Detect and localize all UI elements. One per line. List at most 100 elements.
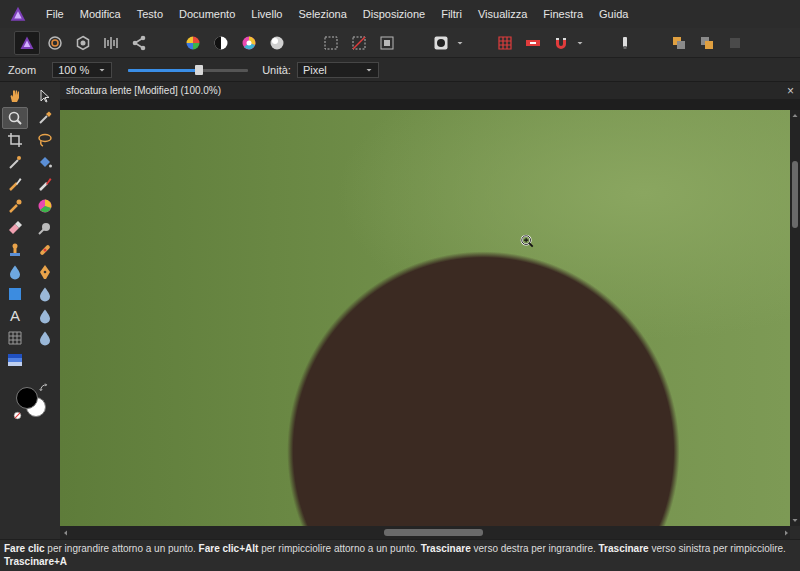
scroll-up-icon[interactable]	[791, 112, 799, 120]
tool-button[interactable]	[32, 305, 58, 327]
tool-button[interactable]	[32, 195, 58, 217]
tool-button[interactable]	[32, 239, 58, 261]
primary-color-swatch[interactable]	[16, 387, 38, 409]
clone-tool-icon	[7, 242, 23, 258]
menu-item[interactable]: Documento	[171, 8, 243, 20]
toolbar-button[interactable]	[520, 31, 546, 55]
affinity-logo-icon	[9, 5, 27, 23]
toolbar-button[interactable]	[346, 31, 372, 55]
tool-button[interactable]	[32, 107, 58, 129]
tool-button[interactable]	[2, 85, 28, 107]
units-label: Unità:	[262, 64, 291, 76]
zoom-value: 100 %	[58, 64, 89, 76]
scroll-right-icon[interactable]	[782, 529, 790, 537]
menu-item[interactable]: Guida	[591, 8, 636, 20]
scroll-left-icon[interactable]	[62, 529, 70, 537]
vertical-scrollbar[interactable]	[790, 110, 800, 526]
move-front-icon	[699, 35, 715, 51]
tool-button[interactable]	[2, 173, 28, 195]
tool-button[interactable]	[2, 327, 28, 349]
toolbar-button[interactable]	[264, 31, 290, 55]
status-hint: Trascinare	[421, 543, 471, 554]
pointer-tool-icon	[37, 88, 53, 104]
tool-button[interactable]	[32, 151, 58, 173]
tool-button[interactable]	[2, 239, 28, 261]
menu-item[interactable]: Modifica	[72, 8, 129, 20]
toolbar-button[interactable]	[694, 31, 720, 55]
menu-item[interactable]: Livello	[243, 8, 290, 20]
photo-persona-icon	[19, 35, 35, 51]
tool-button[interactable]: A	[2, 305, 28, 327]
tool-button[interactable]	[32, 85, 58, 107]
toolbar-button[interactable]	[666, 31, 692, 55]
persona-button[interactable]	[14, 31, 40, 55]
droplet2-tool-icon	[37, 308, 53, 324]
menu-item[interactable]: Finestra	[535, 8, 591, 20]
slider-knob[interactable]	[195, 65, 203, 75]
tool-button[interactable]	[32, 327, 58, 349]
eyedropper-tool-icon	[37, 110, 53, 126]
tool-button[interactable]	[32, 217, 58, 239]
tool-button[interactable]	[2, 151, 28, 173]
hsl-icon	[241, 35, 257, 51]
scroll-down-icon[interactable]	[791, 516, 799, 524]
menu-item[interactable]: Testo	[129, 8, 171, 20]
droplet-tool-icon	[7, 264, 23, 280]
zoom-dropdown[interactable]: 100 %	[52, 62, 112, 78]
quick-mask-icon	[433, 35, 449, 51]
smudge-tool-icon	[37, 220, 53, 236]
persona-button[interactable]	[98, 31, 124, 55]
menu-item[interactable]: Visualizza	[470, 8, 535, 20]
tool-button[interactable]	[2, 217, 28, 239]
tool-button[interactable]	[2, 195, 28, 217]
tool-button[interactable]	[32, 283, 58, 305]
toolbar-button[interactable]	[318, 31, 344, 55]
tool-button[interactable]	[2, 129, 28, 151]
canvas-margin	[60, 99, 800, 110]
toolbar-button[interactable]	[374, 31, 400, 55]
toolbar-button[interactable]	[208, 31, 234, 55]
dropdown-caret-icon[interactable]	[576, 39, 584, 47]
toolbar-button[interactable]	[428, 31, 454, 55]
toolbar-group	[492, 31, 584, 55]
persona-button[interactable]	[70, 31, 96, 55]
menu-item[interactable]: File	[38, 8, 72, 20]
dropdown-caret-icon[interactable]	[456, 39, 464, 47]
brush2-tool-icon	[7, 198, 23, 214]
mesh-tool-icon	[7, 330, 23, 346]
toolbar-button[interactable]	[236, 31, 262, 55]
units-dropdown[interactable]: Pixel	[297, 62, 379, 78]
status-hint: Fare clic+Alt	[199, 543, 259, 554]
black-white-icon	[213, 35, 229, 51]
zoom-slider[interactable]	[128, 63, 248, 77]
menu-item[interactable]: Seleziona	[290, 8, 354, 20]
tools-panel: A	[0, 82, 60, 539]
tool-button[interactable]	[2, 349, 28, 371]
tool-button[interactable]	[32, 173, 58, 195]
toolbar-button[interactable]	[180, 31, 206, 55]
tool-button[interactable]	[2, 261, 28, 283]
horizontal-scrollbar[interactable]	[60, 526, 800, 539]
tool-button[interactable]	[2, 107, 28, 129]
document-tab[interactable]: sfocatura lente [Modified] (100.0%)×	[60, 82, 800, 99]
swap-colors-icon[interactable]	[39, 383, 49, 393]
magnet-icon	[553, 35, 569, 51]
scroll-thumb[interactable]	[792, 161, 798, 228]
scroll-thumb[interactable]	[384, 529, 483, 536]
tool-button[interactable]	[2, 283, 28, 305]
persona-button[interactable]	[126, 31, 152, 55]
photo-canvas[interactable]	[60, 110, 790, 526]
tool-button[interactable]	[32, 129, 58, 151]
no-color-icon[interactable]	[13, 411, 22, 420]
toolbar-button[interactable]	[492, 31, 518, 55]
menu-item[interactable]: Disposizione	[355, 8, 433, 20]
healing-tool-icon	[37, 242, 53, 258]
toolbar-button[interactable]	[722, 31, 748, 55]
menu-item[interactable]: Filtri	[433, 8, 470, 20]
tool-button[interactable]	[32, 261, 58, 283]
persona-button[interactable]	[42, 31, 68, 55]
toolbar-button[interactable]	[548, 31, 574, 55]
close-tab-button[interactable]: ×	[787, 84, 794, 98]
toolbar-button[interactable]	[612, 31, 638, 55]
persona-group	[14, 31, 152, 55]
